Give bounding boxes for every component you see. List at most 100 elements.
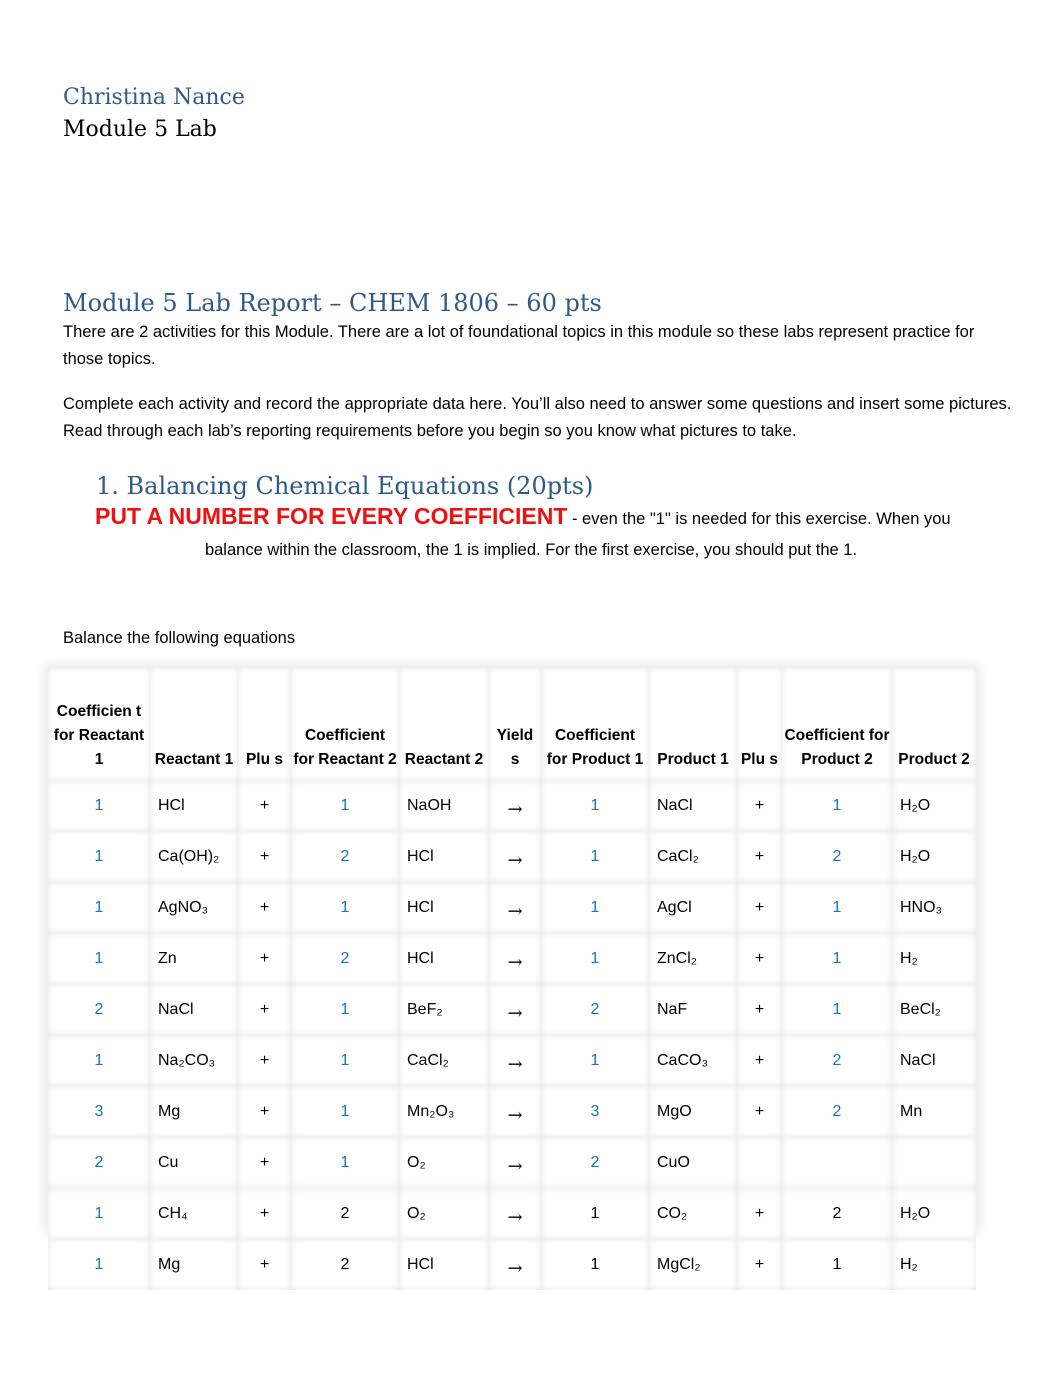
coefficient-product-2[interactable]: 2 — [782, 1035, 892, 1086]
product-1: AgCl — [649, 882, 737, 933]
plus-sign: + — [238, 1035, 291, 1086]
plus-sign: + — [238, 831, 291, 882]
coefficient-reactant-2[interactable]: 1 — [291, 1086, 399, 1137]
author-name: Christina Nance — [63, 85, 245, 110]
product-1: NaCl — [649, 780, 737, 831]
plus-sign: + — [238, 780, 291, 831]
warning-line-2: balance within the classroom, the 1 is i… — [204, 541, 858, 559]
yields-arrow-icon: → — [489, 1086, 541, 1137]
plus-sign: + — [737, 1188, 782, 1239]
coefficient-reactant-2[interactable]: 2 — [291, 1239, 399, 1290]
coefficient-reactant-1[interactable]: 1 — [48, 933, 150, 984]
column-header: Reactant 1 — [150, 668, 238, 780]
coefficient-reactant-2[interactable]: 1 — [291, 1035, 399, 1086]
reactant-1: Ca(OH)₂ — [150, 831, 238, 882]
table-header-row: Coefficien t for Reactant 1 Reactant 1 Plu… — [48, 668, 976, 780]
reactant-1: Mg — [150, 1086, 238, 1137]
reactant-1: Cu — [150, 1137, 238, 1188]
column-header: Product 2 — [892, 668, 976, 780]
product-2: Mn — [892, 1086, 976, 1137]
report-title: Module 5 Lab Report – CHEM 1806 – 60 pts — [63, 289, 602, 317]
reactant-2: HCl — [399, 882, 489, 933]
plus-sign: + — [737, 780, 782, 831]
plus-sign — [737, 1137, 782, 1188]
coefficient-product-1[interactable]: 1 — [541, 1239, 649, 1290]
warning-line: PUT A NUMBER FOR EVERY COEFFICIENT - eve… — [95, 503, 995, 530]
yields-arrow-icon: → — [489, 780, 541, 831]
coefficient-product-1[interactable]: 3 — [541, 1086, 649, 1137]
yields-arrow-icon: → — [489, 1188, 541, 1239]
coefficient-product-1[interactable]: 1 — [541, 780, 649, 831]
plus-sign: + — [238, 933, 291, 984]
plus-sign: + — [737, 882, 782, 933]
coefficient-reactant-2[interactable]: 1 — [291, 1137, 399, 1188]
coefficient-reactant-1[interactable]: 1 — [48, 780, 150, 831]
section-heading: 1. Balancing Chemical Equations (20pts) — [96, 472, 594, 500]
column-header: Coefficient for Product 1 — [541, 668, 649, 780]
coefficient-product-2[interactable]: 2 — [782, 1188, 892, 1239]
coefficient-product-1[interactable]: 1 — [541, 933, 649, 984]
column-header: Coefficien t for Reactant 1 — [48, 668, 150, 780]
coefficient-product-2[interactable]: 2 — [782, 1086, 892, 1137]
product-2: BeCl₂ — [892, 984, 976, 1035]
product-1: NaF — [649, 984, 737, 1035]
coefficient-reactant-1[interactable]: 1 — [48, 1035, 150, 1086]
intro-paragraph: There are 2 activities for this Module. … — [63, 323, 975, 368]
column-header: Reactant 2 — [399, 668, 489, 780]
yields-arrow-icon: → — [489, 984, 541, 1035]
table-row: 1 Ca(OH)₂ +2 HCl → 1 CaCl₂ +2 H₂O — [48, 831, 976, 882]
coefficient-product-1[interactable]: 1 — [541, 831, 649, 882]
coefficient-reactant-2[interactable]: 2 — [291, 831, 399, 882]
plus-sign: + — [238, 882, 291, 933]
coefficient-product-1[interactable]: 1 — [541, 1188, 649, 1239]
reactant-2: HCl — [399, 933, 489, 984]
yields-arrow-icon: → — [489, 1137, 541, 1188]
table-row: 1 AgNO₃ +1 HCl → 1 AgCl +1 HNO₃ — [48, 882, 976, 933]
coefficient-reactant-1[interactable]: 1 — [48, 1188, 150, 1239]
plus-sign: + — [238, 984, 291, 1035]
table-row: 3 Mg +1 Mn₂O₃ → 3 MgO +2 Mn — [48, 1086, 976, 1137]
coefficient-reactant-1[interactable]: 2 — [48, 984, 150, 1035]
column-header: Plu s — [737, 668, 782, 780]
coefficient-product-2[interactable]: 1 — [782, 780, 892, 831]
reactant-1: HCl — [150, 780, 238, 831]
plus-sign: + — [737, 1086, 782, 1137]
coefficient-reactant-1[interactable]: 1 — [48, 882, 150, 933]
reactant-1: AgNO₃ — [150, 882, 238, 933]
coefficient-reactant-1[interactable]: 1 — [48, 1239, 150, 1290]
coefficient-product-2[interactable]: 2 — [782, 831, 892, 882]
coefficient-product-2[interactable] — [782, 1137, 892, 1188]
coefficient-reactant-1[interactable]: 1 — [48, 831, 150, 882]
coefficient-product-1[interactable]: 2 — [541, 984, 649, 1035]
plus-sign: + — [737, 831, 782, 882]
plus-sign: + — [737, 1239, 782, 1290]
coefficient-product-2[interactable]: 1 — [782, 933, 892, 984]
table-row: 2 NaCl +1 BeF₂ → 2 NaF +1 BeCl₂ — [48, 984, 976, 1035]
coefficient-reactant-1[interactable]: 3 — [48, 1086, 150, 1137]
product-1: MgCl₂ — [649, 1239, 737, 1290]
reactant-2: O₂ — [399, 1137, 489, 1188]
coefficient-reactant-2[interactable]: 2 — [291, 933, 399, 984]
coefficient-product-2[interactable]: 1 — [782, 1239, 892, 1290]
reactant-2: BeF₂ — [399, 984, 489, 1035]
reactant-2: NaOH — [399, 780, 489, 831]
product-2 — [892, 1137, 976, 1188]
coefficient-reactant-2[interactable]: 1 — [291, 780, 399, 831]
coefficient-reactant-2[interactable]: 1 — [291, 984, 399, 1035]
coefficient-reactant-2[interactable]: 1 — [291, 882, 399, 933]
equations-table-container: Coefficien t for Reactant 1 Reactant 1 Plu… — [48, 668, 976, 1290]
coefficient-product-1[interactable]: 2 — [541, 1137, 649, 1188]
coefficient-reactant-1[interactable]: 2 — [48, 1137, 150, 1188]
coefficient-product-1[interactable]: 1 — [541, 1035, 649, 1086]
column-header: Product 1 — [649, 668, 737, 780]
reactant-2: HCl — [399, 831, 489, 882]
coefficient-product-2[interactable]: 1 — [782, 984, 892, 1035]
plus-sign: + — [238, 1137, 291, 1188]
reactant-1: Na₂CO₃ — [150, 1035, 238, 1086]
coefficient-product-2[interactable]: 1 — [782, 882, 892, 933]
coefficient-reactant-2[interactable]: 2 — [291, 1188, 399, 1239]
plus-sign: + — [737, 984, 782, 1035]
table-body: 1 HCl +1 NaOH → 1 NaCl +1 H₂O 1 Ca(OH)₂ +2 HCl → 1 CaCl… — [48, 780, 976, 1290]
coefficient-product-1[interactable]: 1 — [541, 882, 649, 933]
product-1: CuO — [649, 1137, 737, 1188]
